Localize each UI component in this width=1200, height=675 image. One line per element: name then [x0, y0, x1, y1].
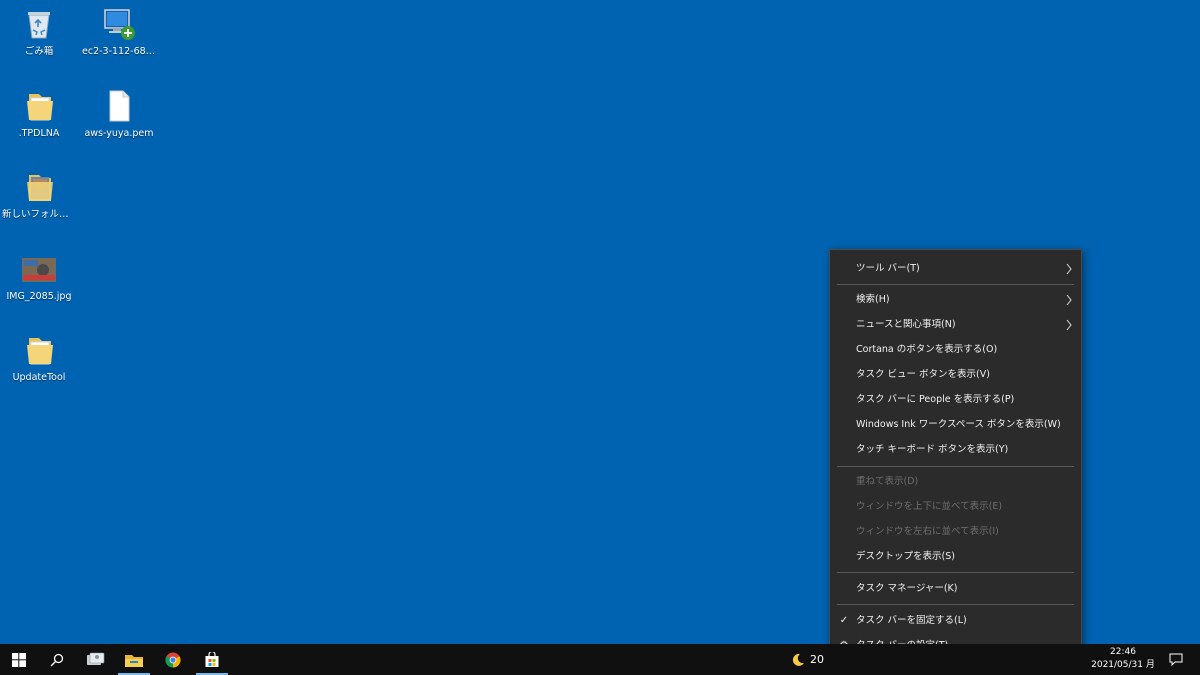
- menu-separator: [837, 604, 1074, 605]
- menu-item-show-windows-ink[interactable]: Windows Ink ワークスペース ボタンを表示(W): [830, 413, 1081, 437]
- taskbar-context-menu: ツール バー(T) 検索(H) ニュースと関心事項(N) Cortana のボタ…: [829, 249, 1082, 663]
- notification-icon: [1169, 653, 1183, 666]
- search-button[interactable]: [38, 644, 76, 675]
- action-center-button[interactable]: [1166, 644, 1186, 675]
- folder-icon: [21, 169, 57, 205]
- menu-item-task-manager[interactable]: タスク マネージャー(K): [830, 577, 1081, 601]
- menu-item-label: 重ねて表示(D): [856, 476, 919, 487]
- menu-item-label: タスク マネージャー(K): [856, 583, 958, 594]
- recycle-bin-icon: [21, 6, 57, 42]
- menu-item-cascade-windows: 重ねて表示(D): [830, 470, 1081, 494]
- menu-item-label: 検索(H): [856, 294, 890, 305]
- menu-item-side-by-side-windows: ウィンドウを左右に並べて表示(I): [830, 520, 1081, 544]
- taskbar-app-file-explorer[interactable]: [115, 644, 153, 675]
- menu-item-show-task-view[interactable]: タスク ビュー ボタンを表示(V): [830, 363, 1081, 387]
- desktop-icon-label: .TPDLNA: [18, 128, 60, 139]
- taskbar-app-store[interactable]: [193, 644, 231, 675]
- desktop-icon-img-2085[interactable]: IMG_2085.jpg: [0, 251, 78, 303]
- checkmark-icon: ✓: [839, 615, 849, 626]
- taskbar: 20 22:46 2021/05/31 月: [0, 644, 1200, 675]
- clock-date: 2021/05/31 月: [1091, 660, 1155, 670]
- chrome-icon: [165, 652, 181, 668]
- desktop-icon-remote-desktop[interactable]: ec2-3-112-68-30....: [80, 6, 158, 58]
- menu-separator: [837, 284, 1074, 285]
- chevron-right-icon: [1066, 319, 1072, 331]
- people-icon: [87, 652, 105, 665]
- menu-item-label: タスク ビュー ボタンを表示(V): [856, 369, 990, 380]
- folder-icon: [21, 332, 57, 368]
- menu-item-label: Windows Ink ワークスペース ボタンを表示(W): [856, 419, 1061, 430]
- menu-item-stack-windows: ウィンドウを上下に並べて表示(E): [830, 495, 1081, 519]
- menu-item-show-cortana[interactable]: Cortana のボタンを表示する(O): [830, 338, 1081, 362]
- desktop-icon-label: ec2-3-112-68-30....: [82, 46, 158, 57]
- desktop-icon-tpdlna[interactable]: .TPDLNA: [0, 88, 78, 140]
- store-icon: [205, 651, 219, 667]
- menu-item-label: タッチ キーボード ボタンを表示(Y): [856, 444, 1009, 455]
- clock-time: 22:46: [1110, 647, 1136, 657]
- menu-item-show-desktop[interactable]: デスクトップを表示(S): [830, 545, 1081, 569]
- desktop-icon-pem-file[interactable]: aws-yuya.pem: [80, 88, 158, 140]
- menu-item-label: タスク バーに People を表示する(P): [856, 394, 1015, 405]
- file-explorer-icon: [125, 654, 143, 667]
- menu-item-label: ツール バー(T): [856, 263, 920, 274]
- taskbar-app-people[interactable]: [76, 644, 114, 675]
- start-button[interactable]: [0, 644, 38, 675]
- moon-icon: [792, 653, 804, 666]
- menu-item-show-touch-keyboard[interactable]: タッチ キーボード ボタンを表示(Y): [830, 438, 1081, 462]
- remote-desktop-icon: [101, 6, 137, 42]
- windows-logo-icon: [12, 652, 26, 667]
- folder-icon: [21, 88, 57, 124]
- desktop-icon-updatetool[interactable]: UpdateTool: [0, 332, 78, 384]
- image-thumbnail-icon: [21, 251, 57, 287]
- weather-widget[interactable]: 20: [790, 644, 830, 675]
- search-icon: [50, 653, 64, 666]
- desktop-icon-label: UpdateTool: [12, 372, 66, 383]
- desktop-icon-label: aws-yuya.pem: [84, 128, 154, 139]
- menu-item-lock-taskbar[interactable]: ✓ タスク バーを固定する(L): [830, 609, 1081, 633]
- menu-item-label: ウィンドウを上下に並べて表示(E): [856, 501, 1003, 512]
- menu-item-label: タスク バーを固定する(L): [856, 615, 967, 626]
- taskbar-app-chrome[interactable]: [154, 644, 192, 675]
- menu-item-news-interests[interactable]: ニュースと関心事項(N): [830, 313, 1081, 337]
- desktop-icon-label: 新しいフォルダー: [2, 209, 78, 220]
- menu-item-label: Cortana のボタンを表示する(O): [856, 344, 998, 355]
- menu-item-search[interactable]: 検索(H): [830, 288, 1081, 312]
- chevron-right-icon: [1066, 294, 1072, 306]
- file-icon: [101, 88, 137, 124]
- menu-separator: [837, 466, 1074, 467]
- menu-item-show-people[interactable]: タスク バーに People を表示する(P): [830, 388, 1081, 412]
- desktop-icon-label: ごみ箱: [24, 46, 54, 57]
- desktop-icon-recycle-bin[interactable]: ごみ箱: [0, 6, 78, 58]
- menu-separator: [837, 572, 1074, 573]
- desktop-icon-new-folder[interactable]: 新しいフォルダー: [0, 169, 78, 221]
- taskbar-clock[interactable]: 22:46 2021/05/31 月: [1088, 646, 1158, 672]
- chevron-right-icon: [1066, 263, 1072, 275]
- desktop-icon-label: IMG_2085.jpg: [6, 291, 72, 302]
- menu-item-label: ウィンドウを左右に並べて表示(I): [856, 526, 999, 537]
- menu-item-toolbars[interactable]: ツール バー(T): [830, 257, 1081, 281]
- weather-temperature: 20: [810, 653, 824, 666]
- menu-item-label: ニュースと関心事項(N): [856, 319, 956, 330]
- menu-item-label: デスクトップを表示(S): [856, 551, 955, 562]
